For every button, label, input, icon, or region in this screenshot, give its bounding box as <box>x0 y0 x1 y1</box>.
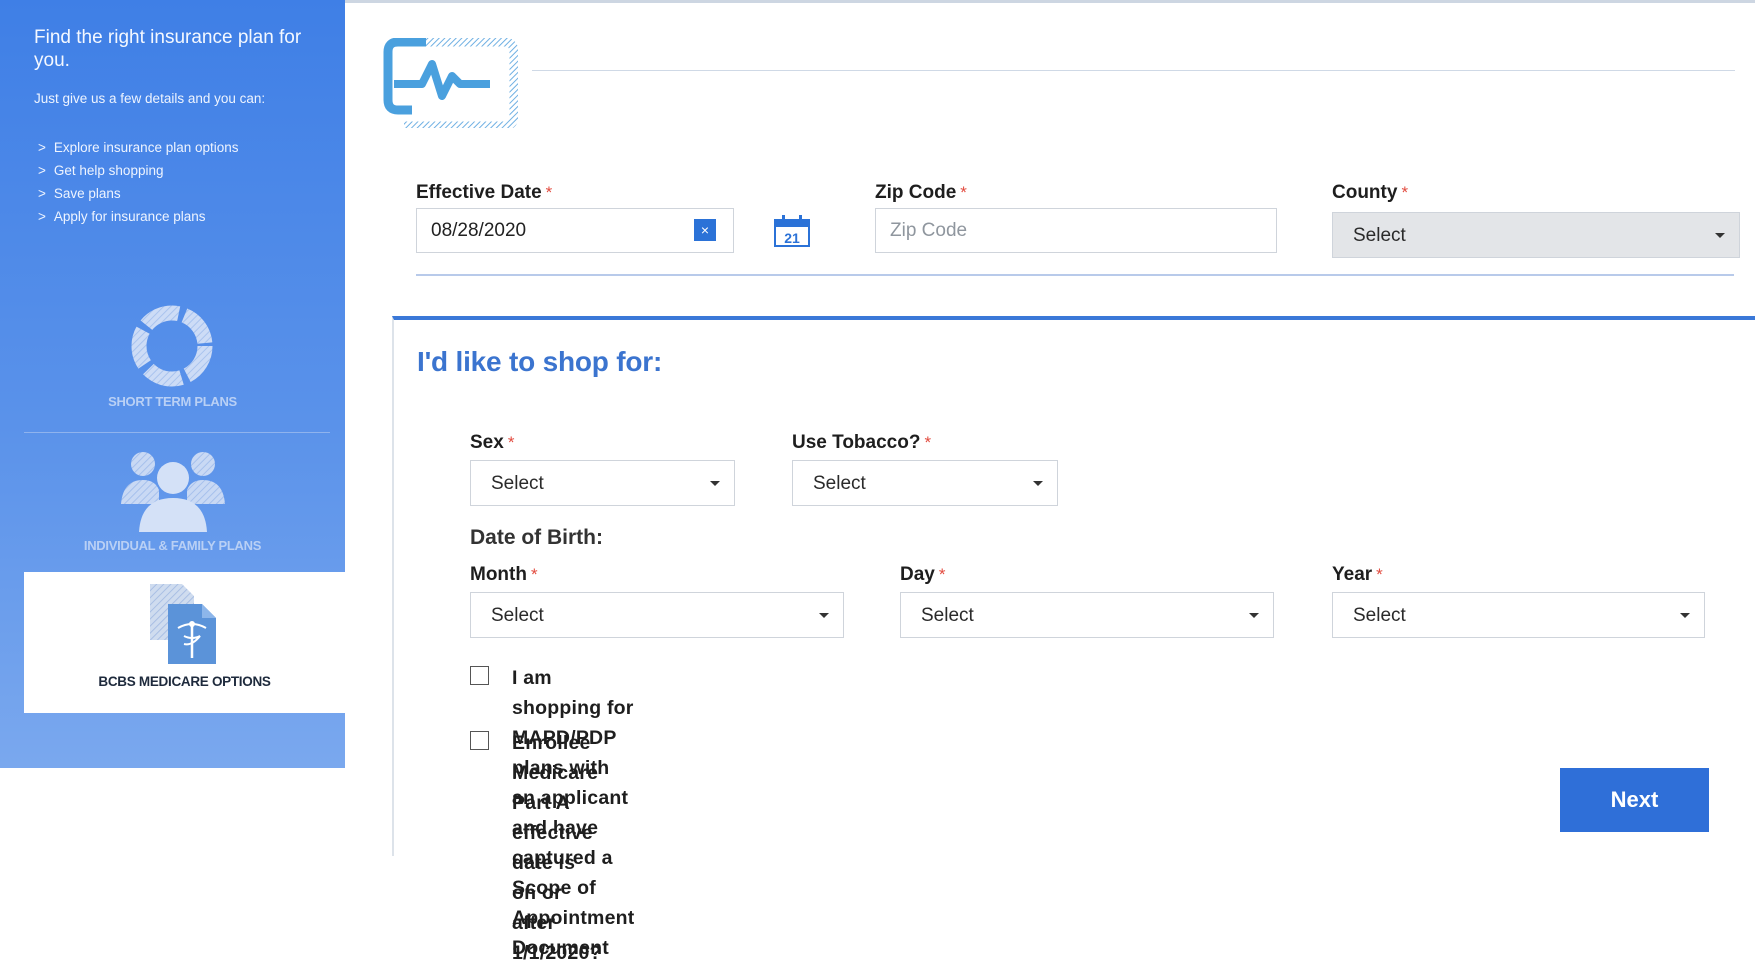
next-button[interactable]: Next <box>1560 768 1709 832</box>
top-rule <box>345 0 1755 3</box>
ring-icon <box>130 304 214 393</box>
required-marker: * <box>960 183 967 202</box>
sidebar-intro: Just give us a few details and you can: <box>34 91 266 106</box>
list-marker: > <box>38 186 46 201</box>
effective-date-input[interactable] <box>416 208 734 253</box>
chevron-down-icon <box>710 481 720 486</box>
plan-bcbs-medicare[interactable]: BCBS MEDICARE OPTIONS <box>24 572 345 713</box>
people-icon <box>113 444 233 539</box>
county-label: County * <box>1332 182 1408 204</box>
tobacco-label-text: Use Tobacco? <box>792 432 921 453</box>
list-marker: > <box>38 140 46 155</box>
list-marker: > <box>38 209 46 224</box>
sidebar-benefits-list: > Explore insurance plan options > Get hel… <box>34 136 304 228</box>
list-item: > Apply for insurance plans <box>34 205 304 228</box>
shop-title: I'd like to shop for: <box>417 346 663 377</box>
list-item-text: Explore insurance plan options <box>53 140 239 155</box>
zip-code-label-text: Zip Code <box>875 182 957 203</box>
chevron-down-icon <box>1680 613 1690 618</box>
sidebar-divider <box>24 432 330 433</box>
scope-of-appointment-checkbox[interactable] <box>470 666 489 685</box>
header-line <box>532 70 1735 71</box>
year-select[interactable]: Select <box>1332 592 1705 638</box>
plan-individual-family[interactable]: INDIVIDUAL & FAMILY PLANS <box>0 438 345 558</box>
required-marker: * <box>530 565 538 584</box>
heartbeat-logo-icon <box>382 37 519 133</box>
calendar-day: 21 <box>784 230 800 246</box>
list-item-text: Save plans <box>53 186 121 201</box>
tobacco-label: Use Tobacco? * <box>792 432 931 454</box>
sidebar-title: Find the right insurance plan for you. <box>34 27 302 71</box>
chevron-down-icon <box>819 613 829 618</box>
clear-date-icon[interactable]: × <box>694 219 716 241</box>
day-select-value: Select <box>921 605 974 626</box>
tobacco-select-value: Select <box>813 473 866 494</box>
county-select[interactable]: Select <box>1332 212 1740 258</box>
list-item: > Save plans <box>34 182 304 205</box>
sex-select[interactable]: Select <box>470 460 735 506</box>
required-marker: * <box>1376 565 1383 584</box>
date-of-birth-heading: Date of Birth: <box>470 526 603 549</box>
list-item-text: Get help shopping <box>53 163 164 178</box>
effective-date-label: Effective Date * <box>416 182 552 204</box>
year-label: Year * <box>1332 564 1383 586</box>
month-label-text: Month <box>470 564 527 585</box>
medicare-part-a-checkbox[interactable] <box>470 731 489 750</box>
month-select-value: Select <box>491 605 544 626</box>
tobacco-select[interactable]: Select <box>792 460 1058 506</box>
day-label-text: Day <box>900 564 935 585</box>
list-item: > Explore insurance plan options <box>34 136 304 159</box>
required-marker: * <box>1401 183 1409 202</box>
sex-label-text: Sex <box>470 432 504 453</box>
zip-code-label: Zip Code * <box>875 182 967 204</box>
day-select[interactable]: Select <box>900 592 1274 638</box>
chevron-down-icon <box>1249 613 1259 618</box>
required-marker: * <box>938 565 946 584</box>
sex-select-value: Select <box>491 473 544 494</box>
sex-label: Sex * <box>470 432 514 454</box>
list-item: > Get help shopping <box>34 159 304 182</box>
required-marker: * <box>545 183 553 202</box>
section-separator <box>416 274 1734 276</box>
zip-code-input[interactable] <box>875 208 1277 253</box>
required-marker: * <box>924 433 932 452</box>
year-select-value: Select <box>1353 605 1406 626</box>
chevron-down-icon <box>1033 481 1043 486</box>
medical-document-icon <box>146 580 226 671</box>
sidebar: Find the right insurance plan for you. J… <box>0 0 345 768</box>
required-marker: * <box>507 433 515 452</box>
day-label: Day * <box>900 564 945 586</box>
medicare-checkbox-label: Enrollee Medicare Part A effective date … <box>512 732 602 964</box>
county-select-value: Select <box>1353 225 1406 246</box>
plan-bcbs-medicare-label: BCBS MEDICARE OPTIONS <box>98 674 271 689</box>
year-label-text: Year <box>1332 564 1373 585</box>
calendar-icon[interactable]: 21 <box>773 214 811 253</box>
county-label-text: County <box>1332 182 1398 203</box>
plan-individual-family-label: INDIVIDUAL & FAMILY PLANS <box>83 538 262 553</box>
plan-short-term-label: SHORT TERM PLANS <box>108 394 237 409</box>
chevron-down-icon <box>1715 233 1725 238</box>
list-marker: > <box>38 163 46 178</box>
month-label: Month * <box>470 564 538 586</box>
month-select[interactable]: Select <box>470 592 844 638</box>
plan-short-term[interactable]: SHORT TERM PLANS <box>0 300 345 415</box>
effective-date-label-text: Effective Date <box>416 182 542 203</box>
list-item-text: Apply for insurance plans <box>53 209 206 224</box>
